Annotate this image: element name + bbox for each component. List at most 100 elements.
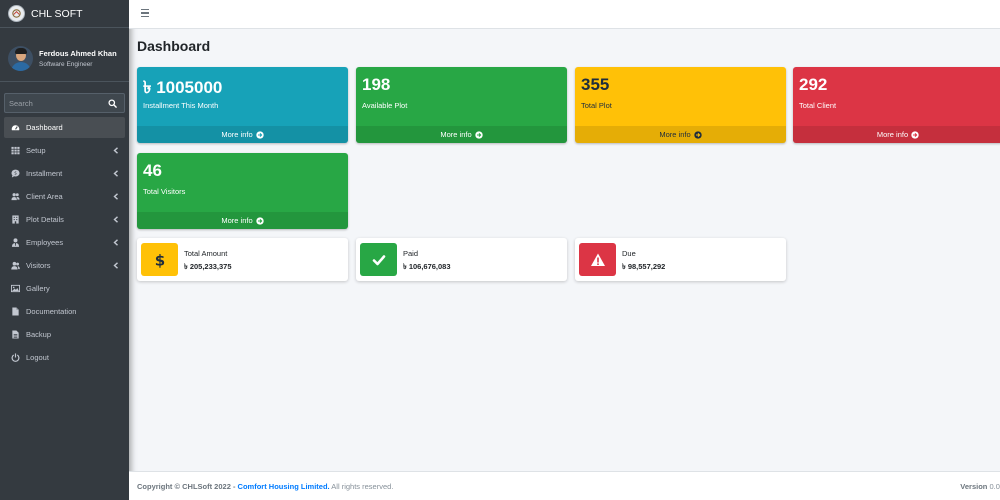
sidebar-item-label: Employees <box>26 238 64 247</box>
stat-label: Total Visitors <box>143 187 186 196</box>
more-info-label: More info <box>221 216 253 225</box>
info-box-due: Due ৳ 98,557,292 <box>575 238 786 281</box>
sidebar-item-label: Gallery <box>26 284 50 293</box>
version-info: Version 0.0. <box>960 482 1000 491</box>
sidebar-item-backup[interactable]: Backup <box>4 324 125 345</box>
version-label: Version <box>960 482 988 491</box>
sidebar-item-plot-details[interactable]: Plot Details <box>4 209 125 230</box>
stat-label: Total Client <box>799 101 837 110</box>
user-tie-icon <box>11 238 20 247</box>
file-icon <box>11 307 20 316</box>
more-info-link[interactable]: More info <box>575 126 786 143</box>
users-icon <box>11 192 20 201</box>
comment-dollar-icon: $ <box>11 169 20 178</box>
info-box-value: ৳ 98,557,292 <box>622 262 666 271</box>
brand-logo-icon <box>8 5 25 22</box>
more-info-link[interactable]: More info <box>137 212 348 229</box>
sidebar-item-client-area[interactable]: Client Area <box>4 186 125 207</box>
more-info-label: More info <box>221 130 253 139</box>
info-box-value: ৳ 106,676,083 <box>403 262 451 271</box>
stat-value: 198 <box>362 75 391 94</box>
chevron-left-icon <box>113 170 118 177</box>
info-box-label: Total Amount <box>184 249 228 258</box>
sidebar-item-employees[interactable]: Employees <box>4 232 125 253</box>
top-navbar <box>129 0 1000 29</box>
user-panel[interactable]: Ferdous Ahmed Khan Software Engineer <box>0 36 129 82</box>
sidebar-item-label: Dashboard <box>26 123 63 132</box>
dollar-icon: $ <box>141 243 178 276</box>
sidebar-nav: Dashboard Setup $ Installment Client Are… <box>0 117 129 368</box>
stat-label: Installment This Month <box>143 101 219 110</box>
more-info-label: More info <box>659 130 691 139</box>
version-value: 0.0. <box>989 482 1000 491</box>
sidebar-search <box>4 93 125 113</box>
more-info-link[interactable]: More info <box>356 126 567 143</box>
user-role: Software Engineer <box>39 60 93 68</box>
info-box-label: Paid <box>403 249 419 258</box>
search-icon <box>108 98 117 108</box>
sidebar-item-visitors[interactable]: Visitors <box>4 255 125 276</box>
more-info-link[interactable]: More info <box>137 126 348 143</box>
more-info-link[interactable]: More info <box>793 126 1000 143</box>
brand-link[interactable]: CHL SOFT <box>0 0 129 28</box>
stat-value: ৳ 1005000 <box>143 78 223 97</box>
brand-name: CHL SOFT <box>31 7 83 20</box>
more-info-label: More info <box>876 130 909 139</box>
info-box-paid: Paid ৳ 106,676,083 <box>356 238 567 281</box>
sidebar-item-logout[interactable]: Logout <box>4 347 125 368</box>
chevron-left-icon <box>113 239 118 246</box>
info-box-total-amount: $ Total Amount ৳ 205,233,375 <box>137 238 348 281</box>
warning-icon <box>579 243 616 276</box>
info-box-label: Due <box>622 249 636 258</box>
svg-text:$: $ <box>14 171 17 177</box>
sidebar-item-label: Plot Details <box>26 215 64 224</box>
stat-box-installment: ৳ 1005000 Installment This Month More in… <box>137 67 348 143</box>
sidebar-item-documentation[interactable]: Documentation <box>4 301 125 322</box>
sidebar-item-label: Installment <box>26 169 63 178</box>
sidebar-item-label: Backup <box>26 330 52 339</box>
stat-box-total-visitors: 46 Total Visitors More info <box>137 153 348 229</box>
sidebar-item-label: Setup <box>26 146 46 155</box>
image-icon <box>11 284 20 293</box>
chevron-left-icon <box>113 262 118 269</box>
page-title: Dashboard <box>137 38 211 54</box>
stat-value: 46 <box>143 161 162 180</box>
building-icon <box>11 215 20 224</box>
sidebar-item-dashboard[interactable]: Dashboard <box>4 117 125 138</box>
avatar <box>8 46 33 71</box>
sidebar-item-installment[interactable]: $ Installment <box>4 163 125 184</box>
main-footer: Copyright © CHLSoft 2022 - Comfort Housi… <box>129 471 1000 500</box>
sidebar-item-label: Client Area <box>26 192 63 201</box>
menu-toggle-icon[interactable] <box>141 9 149 17</box>
content-wrapper: Dashboard ৳ 1005000 Installment This Mon… <box>129 29 1000 471</box>
arrow-circle-right-icon <box>693 130 702 139</box>
stat-value: 292 <box>799 75 828 94</box>
arrow-circle-right-icon <box>255 216 264 225</box>
grid-icon <box>11 146 20 155</box>
rights-text: All rights reserved. <box>331 482 394 491</box>
power-icon <box>11 353 20 362</box>
sidebar-item-gallery[interactable]: Gallery <box>4 278 125 299</box>
arrow-circle-right-icon <box>911 130 919 139</box>
copyright-text: Copyright © CHLSoft 2022 - <box>137 482 236 491</box>
chevron-left-icon <box>113 216 118 223</box>
copyright: Copyright © CHLSoft 2022 - Comfort Housi… <box>137 482 393 491</box>
tachometer-icon <box>11 123 20 132</box>
stat-label: Total Plot <box>581 101 612 110</box>
main-sidebar: CHL SOFT Ferdous Ahmed Khan Software Eng… <box>0 0 129 500</box>
arrow-circle-right-icon <box>255 130 264 139</box>
stat-box-available-plot: 198 Available Plot More info <box>356 67 567 143</box>
search-input[interactable] <box>4 93 101 113</box>
sidebar-item-setup[interactable]: Setup <box>4 140 125 161</box>
arrow-circle-right-icon <box>474 130 483 139</box>
stat-label: Available Plot <box>362 101 408 110</box>
more-info-label: More info <box>440 130 472 139</box>
user-name[interactable]: Ferdous Ahmed Khan <box>39 49 117 58</box>
stat-value: 355 <box>581 75 610 94</box>
sidebar-item-label: Logout <box>26 353 49 362</box>
svg-text:$: $ <box>154 252 164 268</box>
company-link[interactable]: Comfort Housing Limited. <box>238 482 330 491</box>
stat-box-total-plot: 355 Total Plot More info <box>575 67 786 143</box>
search-button[interactable] <box>101 93 125 113</box>
stat-box-total-client: 292 Total Client More info <box>793 67 1000 143</box>
